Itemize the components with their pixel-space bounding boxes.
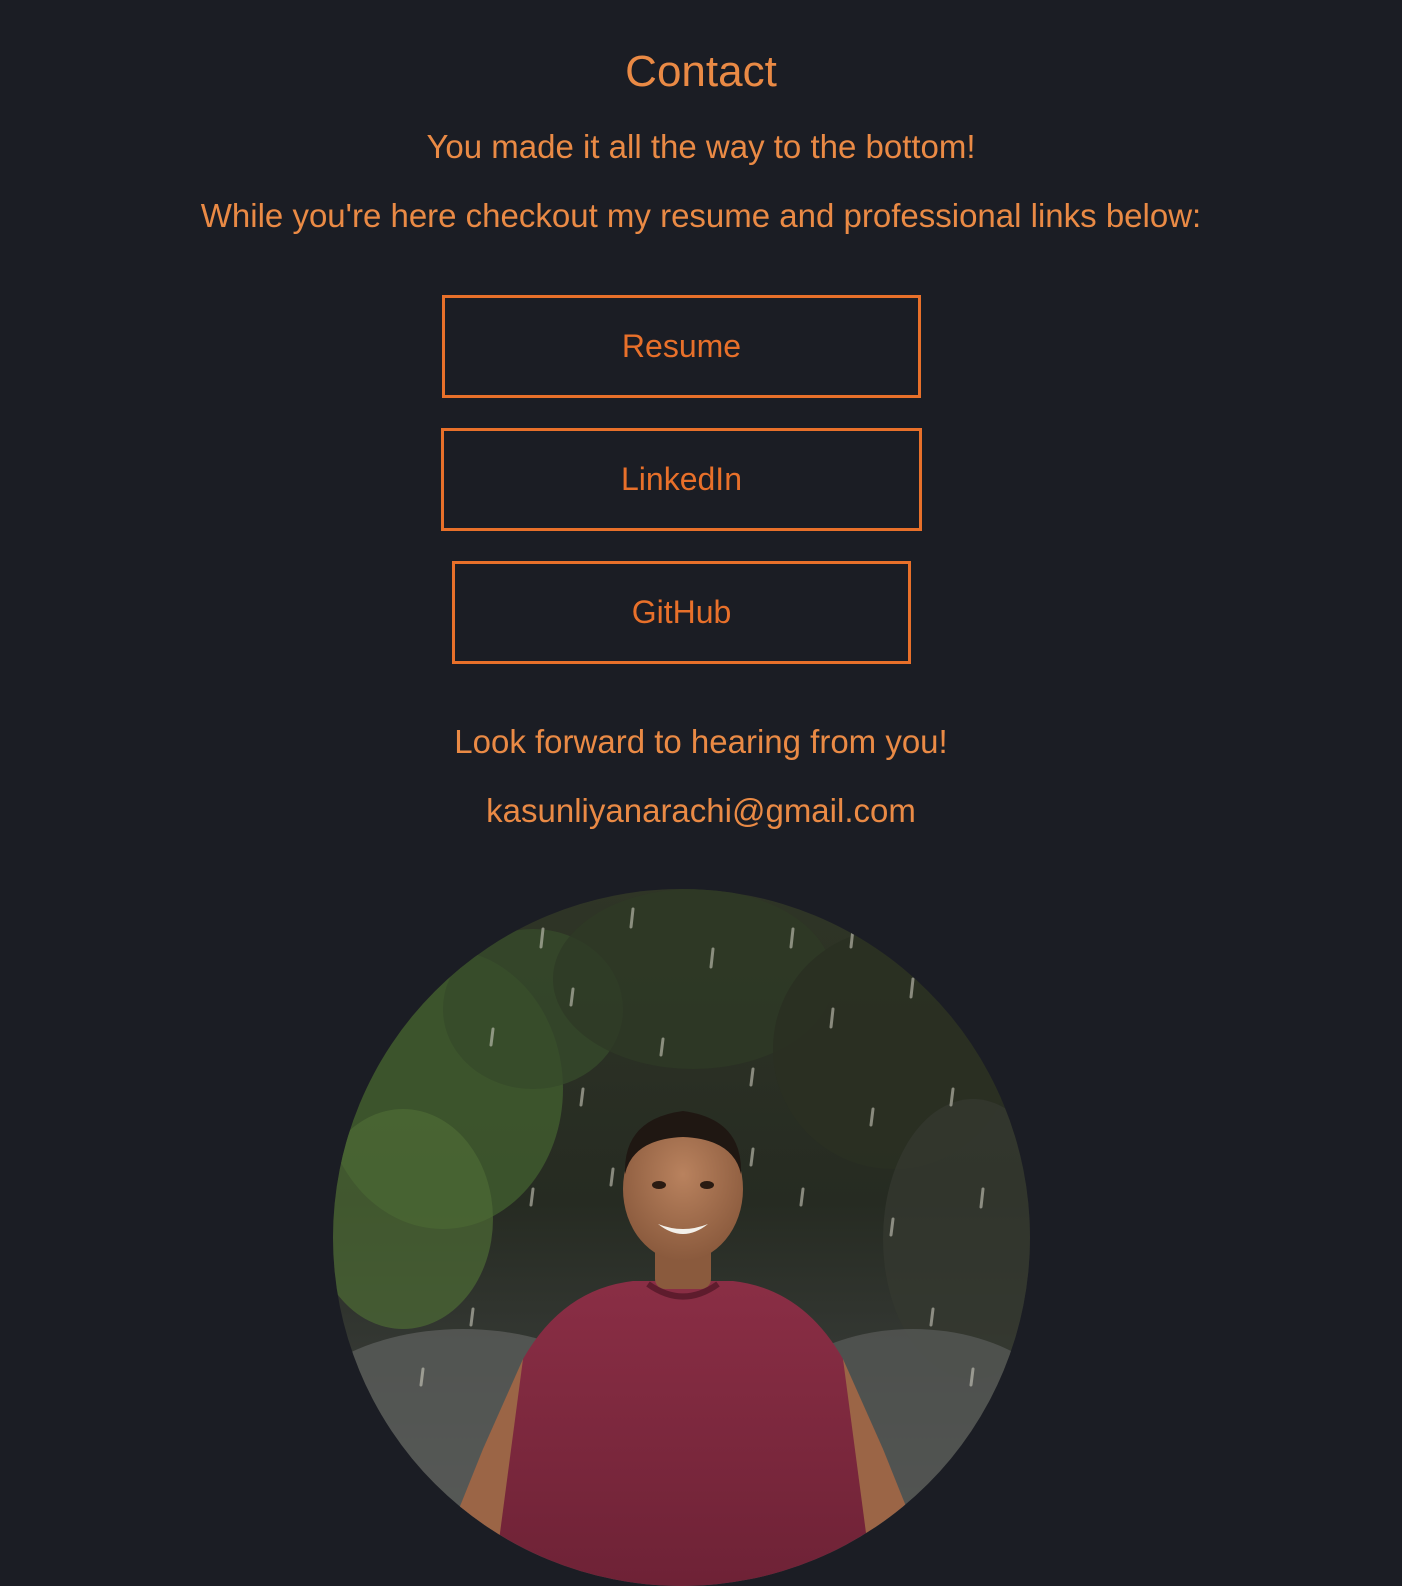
profile-photo bbox=[333, 889, 1030, 1586]
resume-button[interactable]: Resume bbox=[442, 295, 921, 398]
page-title: Contact bbox=[625, 47, 777, 96]
github-button[interactable]: GitHub bbox=[452, 561, 911, 664]
contact-section: Contact You made it all the way to the b… bbox=[0, 0, 1402, 1586]
profile-photo-illustration bbox=[333, 889, 1030, 1586]
closing-text: Look forward to hearing from you! bbox=[454, 723, 948, 760]
links-intro-text: While you're here checkout my resume and… bbox=[200, 197, 1202, 234]
linkedin-button[interactable]: LinkedIn bbox=[441, 428, 922, 531]
intro-text: You made it all the way to the bottom! bbox=[426, 128, 976, 165]
email-text[interactable]: kasunliyanarachi@gmail.com bbox=[0, 791, 1402, 831]
